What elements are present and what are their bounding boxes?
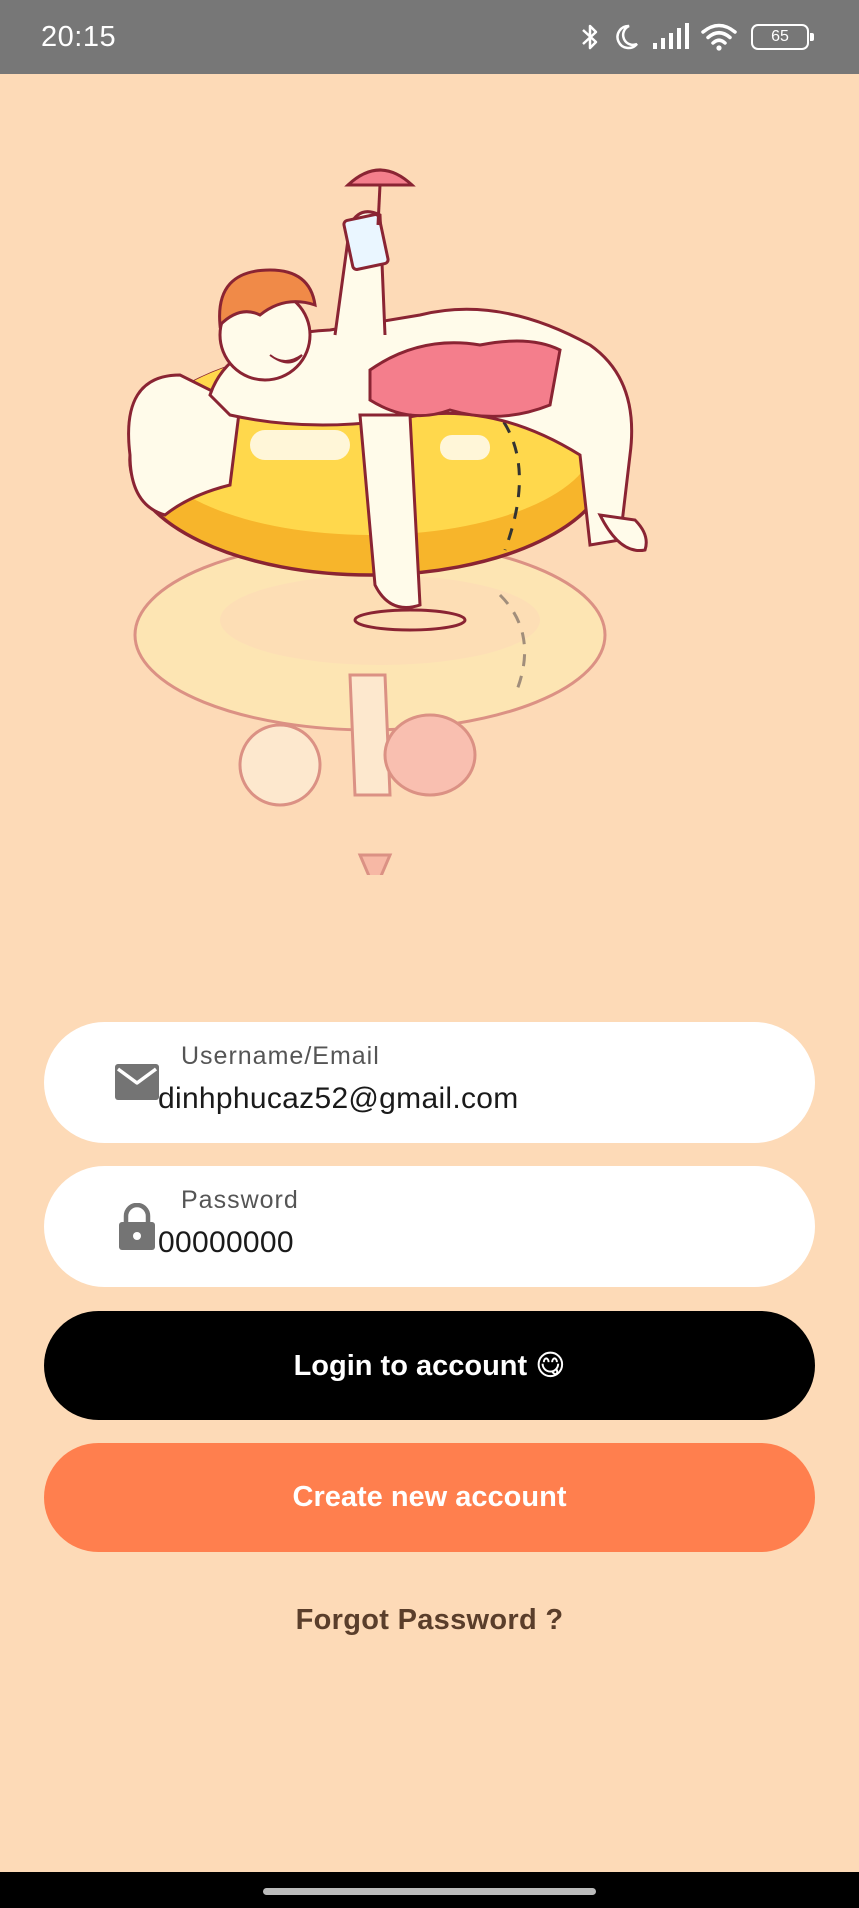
wifi-icon <box>701 23 737 51</box>
moon-icon <box>616 24 638 50</box>
mail-icon <box>115 1064 159 1100</box>
create-account-label: Create new account <box>292 1481 567 1513</box>
email-label: Username/Email <box>181 1042 380 1070</box>
bluetooth-icon <box>582 24 598 50</box>
navigation-bar <box>0 1872 859 1908</box>
signal-icon <box>653 23 689 49</box>
forgot-password-link[interactable]: Forgot Password ? <box>0 1604 859 1637</box>
password-label: Password <box>181 1186 299 1214</box>
home-indicator[interactable] <box>263 1888 596 1895</box>
password-value[interactable]: 00000000 <box>158 1226 294 1260</box>
status-time: 20:15 <box>41 20 117 53</box>
login-button-label: Login to account 😋 <box>293 1350 566 1382</box>
status-icons: 65 <box>579 22 814 52</box>
login-button[interactable]: Login to account 😋 <box>44 1311 815 1420</box>
email-value[interactable]: dinhphucaz52@gmail.com <box>158 1082 519 1116</box>
password-field[interactable]: Password 00000000 <box>44 1166 815 1287</box>
create-account-button[interactable]: Create new account <box>44 1443 815 1552</box>
battery-icon: 65 <box>751 24 814 50</box>
hero-illustration <box>127 168 648 875</box>
battery-level: 65 <box>771 28 789 45</box>
email-field[interactable]: Username/Email dinhphucaz52@gmail.com <box>44 1022 815 1143</box>
lock-icon <box>119 1203 155 1250</box>
status-bar: 20:15 65 <box>0 0 859 74</box>
